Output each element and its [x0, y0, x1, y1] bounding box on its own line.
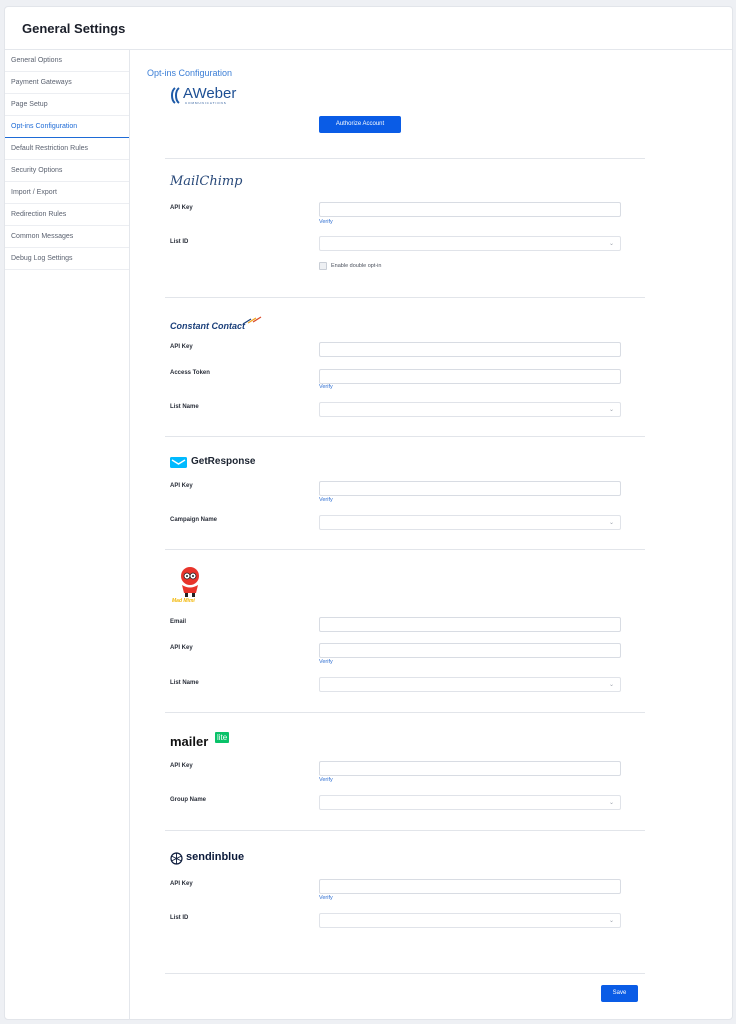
constant-contact-list-name-label: List Name: [170, 404, 199, 410]
main-content: Opt-ins Configuration AWeber COMMUNICATI…: [130, 50, 734, 1020]
mailerlite-logo-badge: lite: [215, 732, 230, 743]
chevron-down-icon: ⌄: [608, 918, 614, 924]
mad-mimi-api-key-input[interactable]: [319, 643, 621, 658]
getresponse-campaign-name-label: Campaign Name: [170, 517, 218, 523]
mad-mimi-list-name-select[interactable]: ⌄: [319, 677, 621, 692]
save-button[interactable]: Save: [601, 985, 638, 1002]
divider: [165, 436, 645, 437]
divider: [165, 712, 645, 713]
constant-contact-verify-link[interactable]: Verify: [319, 384, 333, 390]
constant-contact-access-token-label: Access Token: [170, 370, 210, 376]
section-title: Opt-ins Configuration: [147, 68, 233, 78]
mailerlite-group-name-select[interactable]: ⌄: [319, 795, 621, 810]
mailerlite-logo-text: mailer: [170, 734, 209, 749]
sidebar-item-default-restriction-rules[interactable]: Default Restriction Rules: [5, 138, 129, 160]
constant-contact-list-name-select[interactable]: ⌄: [319, 402, 621, 417]
mailerlite-api-key-input[interactable]: [319, 761, 621, 776]
aweber-logo-text: AWeber: [183, 85, 237, 102]
chevron-down-icon: ⌄: [608, 800, 614, 806]
chevron-down-icon: ⌄: [608, 407, 614, 413]
settings-window: General Settings General Options Payment…: [4, 6, 733, 1020]
divider: [165, 549, 645, 550]
mailchimp-logo: MailChimp: [170, 174, 243, 189]
sendinblue-list-id-select[interactable]: ⌄: [319, 913, 621, 928]
authorize-account-button[interactable]: Authorize Account: [319, 116, 401, 133]
sidebar-item-redirection-rules[interactable]: Redirection Rules: [5, 204, 129, 226]
sidebar-item-common-messages[interactable]: Common Messages: [5, 226, 129, 248]
divider: [165, 830, 645, 831]
chevron-down-icon: ⌄: [608, 520, 614, 526]
mad-mimi-logo: Mad Mimi: [170, 566, 212, 606]
divider: [165, 973, 645, 974]
mailchimp-api-key-input[interactable]: [319, 202, 621, 217]
chevron-down-icon: ⌄: [608, 682, 614, 688]
sidebar-item-import-export[interactable]: Import / Export: [5, 182, 129, 204]
constant-contact-logo: Constant Contact: [170, 316, 262, 334]
mad-mimi-api-key-label: API Key: [170, 645, 193, 651]
mad-mimi-logo-text: Mad Mimi: [172, 598, 195, 604]
getresponse-envelope-icon: [170, 457, 187, 468]
constant-contact-access-token-input[interactable]: [319, 369, 621, 384]
sendinblue-list-id-label: List ID: [170, 915, 189, 921]
mailchimp-list-id-select[interactable]: ⌄: [319, 236, 621, 251]
sendinblue-api-key-input[interactable]: [319, 879, 621, 894]
mad-mimi-verify-link[interactable]: Verify: [319, 659, 333, 665]
page-header: General Settings: [5, 7, 732, 50]
constant-contact-api-key-label: API Key: [170, 344, 193, 350]
mad-mimi-email-label: Email: [170, 619, 187, 625]
double-optin-label: Enable double opt-in: [331, 263, 382, 269]
sidebar-item-payment-gateways[interactable]: Payment Gateways: [5, 72, 129, 94]
mad-mimi-mascot-icon: [181, 567, 199, 597]
divider: [165, 297, 645, 298]
sidebar-item-opt-ins-configuration[interactable]: Opt-ins Configuration: [5, 116, 129, 138]
sidebar-item-security-options[interactable]: Security Options: [5, 160, 129, 182]
getresponse-campaign-name-select[interactable]: ⌄: [319, 515, 621, 530]
getresponse-logo-text: GetResponse: [191, 456, 256, 467]
sidebar-item-general-options[interactable]: General Options: [5, 50, 129, 72]
sendinblue-verify-link[interactable]: Verify: [319, 895, 333, 901]
mad-mimi-email-input[interactable]: [319, 617, 621, 632]
double-optin-checkbox[interactable]: [319, 262, 327, 270]
mailerlite-verify-link[interactable]: Verify: [319, 777, 333, 783]
mailchimp-verify-link[interactable]: Verify: [319, 219, 333, 225]
chevron-down-icon: ⌄: [608, 241, 614, 247]
sendinblue-icon: [170, 852, 183, 865]
sidebar-item-debug-log-settings[interactable]: Debug Log Settings: [5, 248, 129, 270]
constant-contact-api-key-input[interactable]: [319, 342, 621, 357]
mad-mimi-list-name-label: List Name: [170, 680, 199, 686]
mailerlite-api-key-label: API Key: [170, 763, 193, 769]
getresponse-verify-link[interactable]: Verify: [319, 497, 333, 503]
getresponse-api-key-input[interactable]: [319, 481, 621, 496]
sidebar: General Options Payment Gateways Page Se…: [5, 50, 130, 1020]
mailchimp-list-id-label: List ID: [170, 239, 189, 245]
mailchimp-api-key-label: API Key: [170, 205, 193, 211]
sendinblue-logo-text: sendinblue: [186, 851, 245, 863]
constant-contact-logo-text: Constant Contact: [170, 321, 245, 331]
sidebar-item-page-setup[interactable]: Page Setup: [5, 94, 129, 116]
mailerlite-group-name-label: Group Name: [170, 797, 207, 803]
page-title: General Settings: [22, 21, 126, 36]
getresponse-api-key-label: API Key: [170, 483, 193, 489]
constant-contact-icon: [242, 316, 262, 325]
sendinblue-api-key-label: API Key: [170, 881, 193, 887]
divider: [165, 158, 645, 159]
aweber-logo-subtext: COMMUNICATIONS: [185, 101, 227, 105]
